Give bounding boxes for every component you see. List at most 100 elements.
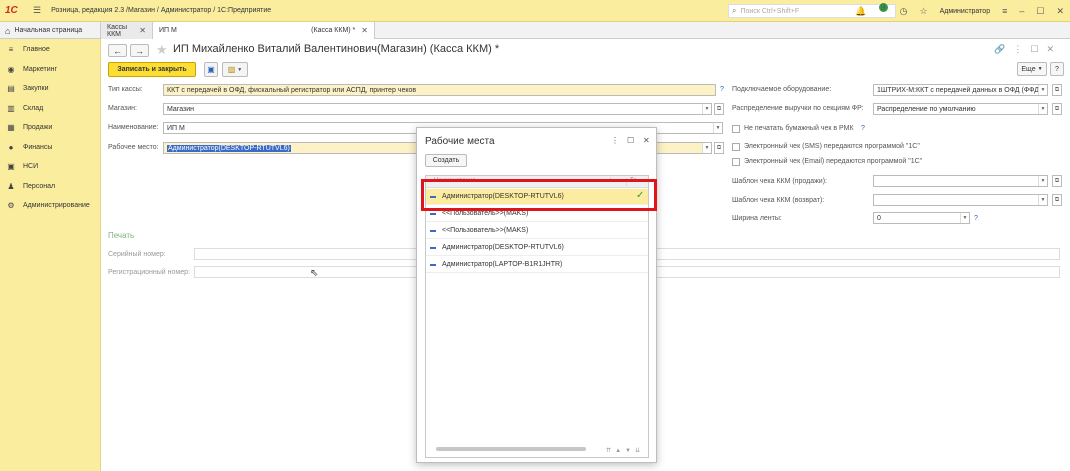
favorite-star-icon[interactable]: ★ [156,42,168,58]
titlebar-tools: 🔔 9 ◷ ☆ Администратор ≡ – ☐ ✕ [849,0,1070,22]
open-template-sale-button[interactable]: ⧉ [1052,175,1062,187]
search-placeholder: Поиск Ctrl+Shift+F [740,7,800,15]
workplace-value: Администратор(DESKTOP-RTUTVL6) [167,144,291,152]
coins-icon: ● [8,142,14,152]
open-icon: ⧉ [1054,105,1060,112]
sidebar-item-label: Финансы [23,143,53,151]
help-icon[interactable]: ? [720,86,724,93]
scroll-down-icon[interactable]: ▼ [625,448,635,454]
sidebar-item-finance[interactable]: ● Финансы [0,138,100,158]
save-and-close-button[interactable]: Записать и закрыть [108,62,196,77]
help-icon[interactable]: ? [974,215,978,222]
book-icon: ▣ [7,162,15,172]
maximize-icon[interactable]: ☐ [1030,44,1046,54]
more-button[interactable]: Еще ▼ [1017,62,1047,76]
forward-button[interactable]: → [130,44,149,57]
floppy-icon: ▣ [207,65,215,74]
open-distribution-button[interactable]: ⧉ [1052,103,1062,115]
link-icon[interactable]: 🔗 [994,44,1013,54]
equipment-field[interactable]: 1ШТРИХ-М:ККТ с передачей данных в ОФД (Ф… [873,84,1048,96]
open-equipment-button[interactable]: ⧉ [1052,84,1062,96]
sidebar-item-main[interactable]: ≡ Главное [0,40,100,60]
sidebar-item-warehouse[interactable]: ▥ Склад [0,99,100,119]
scroll-bottom-icon[interactable]: ⇊ [635,448,644,454]
menu-icon[interactable]: ☰ [33,5,41,16]
more-dots-icon[interactable]: ⋮ [1013,44,1030,54]
help-icon[interactable]: ? [861,125,865,132]
bell-icon[interactable]: 🔔 [855,6,866,17]
horizontal-scrollbar[interactable] [436,447,586,451]
workplace-label: Рабочее место: [108,144,159,151]
dialog-title: Рабочие места [425,136,495,147]
notification-badge: 9 [878,1,888,12]
maximize-icon[interactable]: ☐ [627,136,634,145]
close-icon[interactable]: ✕ [1046,44,1062,54]
email-checkbox[interactable] [732,158,740,166]
scroll-up-icon[interactable]: ▲ [615,448,625,454]
item-icon [430,229,436,232]
sidebar-item-nsi[interactable]: ▣ НСИ [0,157,100,177]
table-row[interactable]: Администратор(LAPTOP-B1R1JHTR) [426,257,648,273]
chevron-down-icon[interactable]: ▼ [1038,195,1047,205]
store-field[interactable]: Магазин ▼ [163,103,712,115]
tab-kassy[interactable]: Кассы ККМ ✕ [101,22,153,39]
open-icon: ⧉ [1054,177,1060,184]
sidebar-item-sales[interactable]: ▦ Продажи [0,118,100,138]
open-icon: ⧉ [1054,86,1060,93]
sidebar-item-label: Продажи [23,124,53,132]
favorites-icon[interactable]: ☆ [920,6,928,17]
distribution-field[interactable]: Распределение по умолчанию ▼ [873,103,1048,115]
store-label: Магазин: [108,105,137,112]
sidebar-item-personnel[interactable]: ♟ Персонал [0,177,100,197]
user-name[interactable]: Администратор [940,8,991,15]
chevron-down-icon[interactable]: ▼ [960,213,969,223]
create-button[interactable]: Создать [425,154,467,167]
open-workplace-button[interactable]: ⧉ [714,142,724,154]
app-title: Розница, редакция 2.3 /Магазин / Админис… [51,7,272,14]
open-template-return-button[interactable]: ⧉ [1052,194,1062,206]
item-icon [430,263,436,266]
chevron-down-icon[interactable]: ▼ [702,143,711,153]
help-button[interactable]: ? [1050,62,1064,76]
chevron-down-icon[interactable]: ▼ [1038,176,1047,186]
back-button[interactable]: ← [108,44,127,57]
close-tab-icon[interactable]: ✕ [139,26,146,35]
chevron-down-icon[interactable]: ▼ [1038,104,1047,114]
settings-icon[interactable]: ≡ [1002,6,1007,16]
tape-width-field[interactable]: 0 ▼ [873,212,970,224]
tabs-bar: ⌂ Начальная страница Кассы ККМ ✕ ИП М (К… [0,22,1070,39]
scroll-top-icon[interactable]: ⇈ [606,448,615,454]
table-row[interactable]: <<Пользователь>>(MAKS) [426,223,648,239]
minimize-icon[interactable]: – [1019,6,1024,16]
sidebar-item-administration[interactable]: ⚙ Администрирование [0,196,100,216]
save-button[interactable]: ▣ [204,62,218,77]
template-sale-label: Шаблон чека ККМ (продажи): [732,178,827,185]
document-icon: ▨ [227,65,236,74]
chevron-down-icon: ▼ [1037,66,1043,72]
tab-home[interactable]: ⌂ Начальная страница [0,22,101,39]
table-row[interactable]: Администратор(DESKTOP-RTUTVL6) [426,240,648,256]
tab-kassy-label: Кассы ККМ [107,23,128,38]
tab-cash-register[interactable]: ИП М (Касса ККМ) * ✕ [153,22,375,39]
maximize-icon[interactable]: ☐ [1036,6,1044,17]
type-field[interactable]: ККТ с передачей в ОФД, фискальный регист… [163,84,716,96]
print-section-title: Печать [108,231,135,240]
sidebar-item-marketing[interactable]: ◉ Маркетинг [0,60,100,80]
close-icon[interactable]: ✕ [1056,6,1064,17]
sidebar-item-purchases[interactable]: ▤ Закупки [0,79,100,99]
sidebar-item-label: Главное [23,46,50,54]
row-label: Администратор(LAPTOP-B1R1JHTR) [442,261,563,268]
template-return-field[interactable]: ▼ [873,194,1048,206]
chevron-down-icon[interactable]: ▼ [702,104,711,114]
more-dots-icon[interactable]: ⋮ [611,136,619,145]
print-dropdown-button[interactable]: ▨ ▼ [222,62,248,77]
close-icon[interactable]: ✕ [643,136,650,145]
close-tab-icon[interactable]: ✕ [361,26,368,35]
history-icon[interactable]: ◷ [900,6,908,17]
chevron-down-icon[interactable]: ▼ [713,123,722,133]
chevron-down-icon[interactable]: ▼ [1038,85,1047,95]
no-print-checkbox[interactable] [732,125,740,133]
open-store-button[interactable]: ⧉ [714,103,724,115]
sms-checkbox[interactable] [732,143,740,151]
template-sale-field[interactable]: ▼ [873,175,1048,187]
